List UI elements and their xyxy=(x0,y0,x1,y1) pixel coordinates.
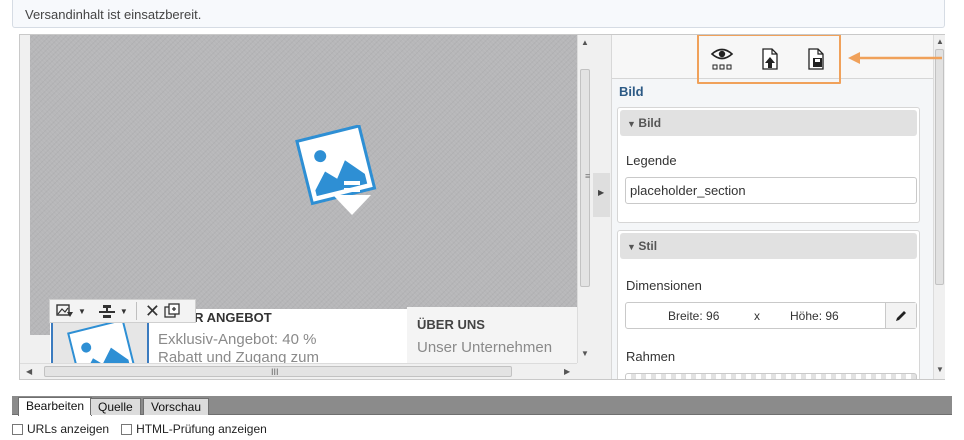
about-section: ÜBER UNS Unser Unternehmen xyxy=(407,307,577,363)
image-section: ▼ Bild Legende xyxy=(617,107,920,223)
edit-dimensions-button[interactable] xyxy=(885,303,916,328)
scroll-left-arrow-icon[interactable]: ◀ xyxy=(26,367,32,376)
border-label: Rahmen xyxy=(626,349,676,364)
canvas-horizontal-scroll-thumb[interactable]: III xyxy=(44,366,512,377)
tab-preview[interactable]: Vorschau xyxy=(143,398,210,415)
about-heading: ÜBER UNS xyxy=(417,317,485,332)
editor-mode-tabs: Bearbeiten Quelle Vorschau xyxy=(12,396,952,416)
panel-vertical-scrollbar[interactable]: ▲ ▼ xyxy=(933,35,945,379)
tab-edit[interactable]: Bearbeiten xyxy=(18,397,93,416)
offer-text: Exklusiv-Angebot: 40 % Rabatt und Zugang… xyxy=(158,331,398,363)
style-section: ▼ Stil Dimensionen Breite: 96 x Höhe: 96… xyxy=(617,230,920,379)
html-check-option[interactable]: HTML-Prüfung anzeigen xyxy=(121,422,267,436)
offer-line-1: Exklusiv-Angebot: 40 % xyxy=(158,331,317,348)
scroll-grip-icon: ≡ xyxy=(585,171,591,181)
toolbar-separator xyxy=(135,302,137,320)
layout-icon[interactable] xyxy=(98,301,116,321)
bottom-options: URLs anzeigen HTML-Prüfung anzeigen xyxy=(12,422,267,436)
show-urls-label: URLs anzeigen xyxy=(27,422,110,436)
image-section-header[interactable]: ▼ Bild xyxy=(620,110,917,136)
scroll-grip-icon: III xyxy=(271,367,279,377)
panel-scroll-thumb[interactable] xyxy=(935,49,944,285)
preview-button[interactable] xyxy=(709,46,735,72)
orange-pointer-arrow-icon xyxy=(848,52,942,64)
eye-icon xyxy=(710,48,734,70)
email-editor: UNSER ANGEBOT Exklusiv-Angebot: 40 % Rab… xyxy=(19,34,945,380)
html-check-checkbox[interactable] xyxy=(121,423,133,435)
status-message: Versandinhalt ist einsatzbereit. xyxy=(25,7,202,22)
scroll-up-arrow-icon[interactable]: ▲ xyxy=(581,38,589,47)
canvas-vertical-scroll-thumb[interactable]: ≡ xyxy=(580,69,590,287)
upload-button[interactable] xyxy=(757,46,783,72)
scroll-up-arrow-icon[interactable]: ▲ xyxy=(936,37,944,46)
image-placeholder-icon xyxy=(295,125,377,215)
upload-document-icon xyxy=(762,48,778,70)
editor-canvas[interactable] xyxy=(30,35,577,335)
pencil-icon xyxy=(896,310,906,321)
about-text: Unser Unternehmen xyxy=(417,339,553,356)
caption-input[interactable] xyxy=(625,177,917,204)
expand-arrow-icon: ▶ xyxy=(598,188,605,197)
tab-source[interactable]: Quelle xyxy=(90,398,141,415)
caption-label: Legende xyxy=(626,153,677,168)
save-document-icon xyxy=(808,48,824,70)
style-section-header[interactable]: ▼ Stil xyxy=(620,233,917,259)
save-button[interactable] xyxy=(803,46,829,72)
delete-icon[interactable]: ✕ xyxy=(145,301,160,321)
dimensions-label: Dimensionen xyxy=(626,278,702,293)
properties-panel: Bild ▼ Bild Legende ▼ Stil Dimensionen B… xyxy=(611,35,933,379)
show-urls-checkbox[interactable] xyxy=(12,423,23,435)
panel-toggle-splitter[interactable]: ▶ xyxy=(593,173,610,217)
newsletter-content-row: UNSER ANGEBOT Exklusiv-Angebot: 40 % Rab… xyxy=(30,299,577,363)
panel-title: Bild xyxy=(619,84,644,99)
show-urls-option[interactable]: URLs anzeigen xyxy=(12,422,109,436)
image-section-title: Bild xyxy=(638,116,662,130)
canvas-vertical-scrollbar[interactable]: ▲ ≡ ▼ xyxy=(577,35,591,363)
image-toolbar: ▼ ▼ ✕ xyxy=(49,299,196,323)
scroll-right-arrow-icon[interactable]: ▶ xyxy=(564,367,570,376)
canvas-horizontal-scrollbar[interactable]: ◀ III ▶ xyxy=(20,363,577,379)
insert-image-icon[interactable] xyxy=(56,301,74,321)
copy-icon[interactable] xyxy=(164,301,180,321)
height-value: Höhe: 96 xyxy=(790,309,839,323)
html-check-label: HTML-Prüfung anzeigen xyxy=(136,422,267,436)
width-value: Breite: 96 xyxy=(668,309,720,323)
dimension-separator: x xyxy=(754,309,760,323)
dropdown-arrow-icon[interactable]: ▼ xyxy=(120,301,128,321)
collapse-triangle-icon: ▼ xyxy=(627,119,639,129)
dropdown-arrow-icon[interactable]: ▼ xyxy=(78,301,86,321)
dimensions-field[interactable]: Breite: 96 x Höhe: 96 xyxy=(625,302,917,329)
highlighted-actions xyxy=(697,35,841,84)
scroll-down-arrow-icon[interactable]: ▼ xyxy=(581,349,589,358)
scroll-down-arrow-icon[interactable]: ▼ xyxy=(936,365,944,374)
border-color-swatch[interactable] xyxy=(625,373,917,379)
collapse-triangle-icon: ▼ xyxy=(627,242,639,252)
status-bar: Versandinhalt ist einsatzbereit. xyxy=(12,0,945,28)
style-section-title: Stil xyxy=(638,239,658,253)
offer-line-2: Rabatt und Zugang zum xyxy=(158,349,319,363)
